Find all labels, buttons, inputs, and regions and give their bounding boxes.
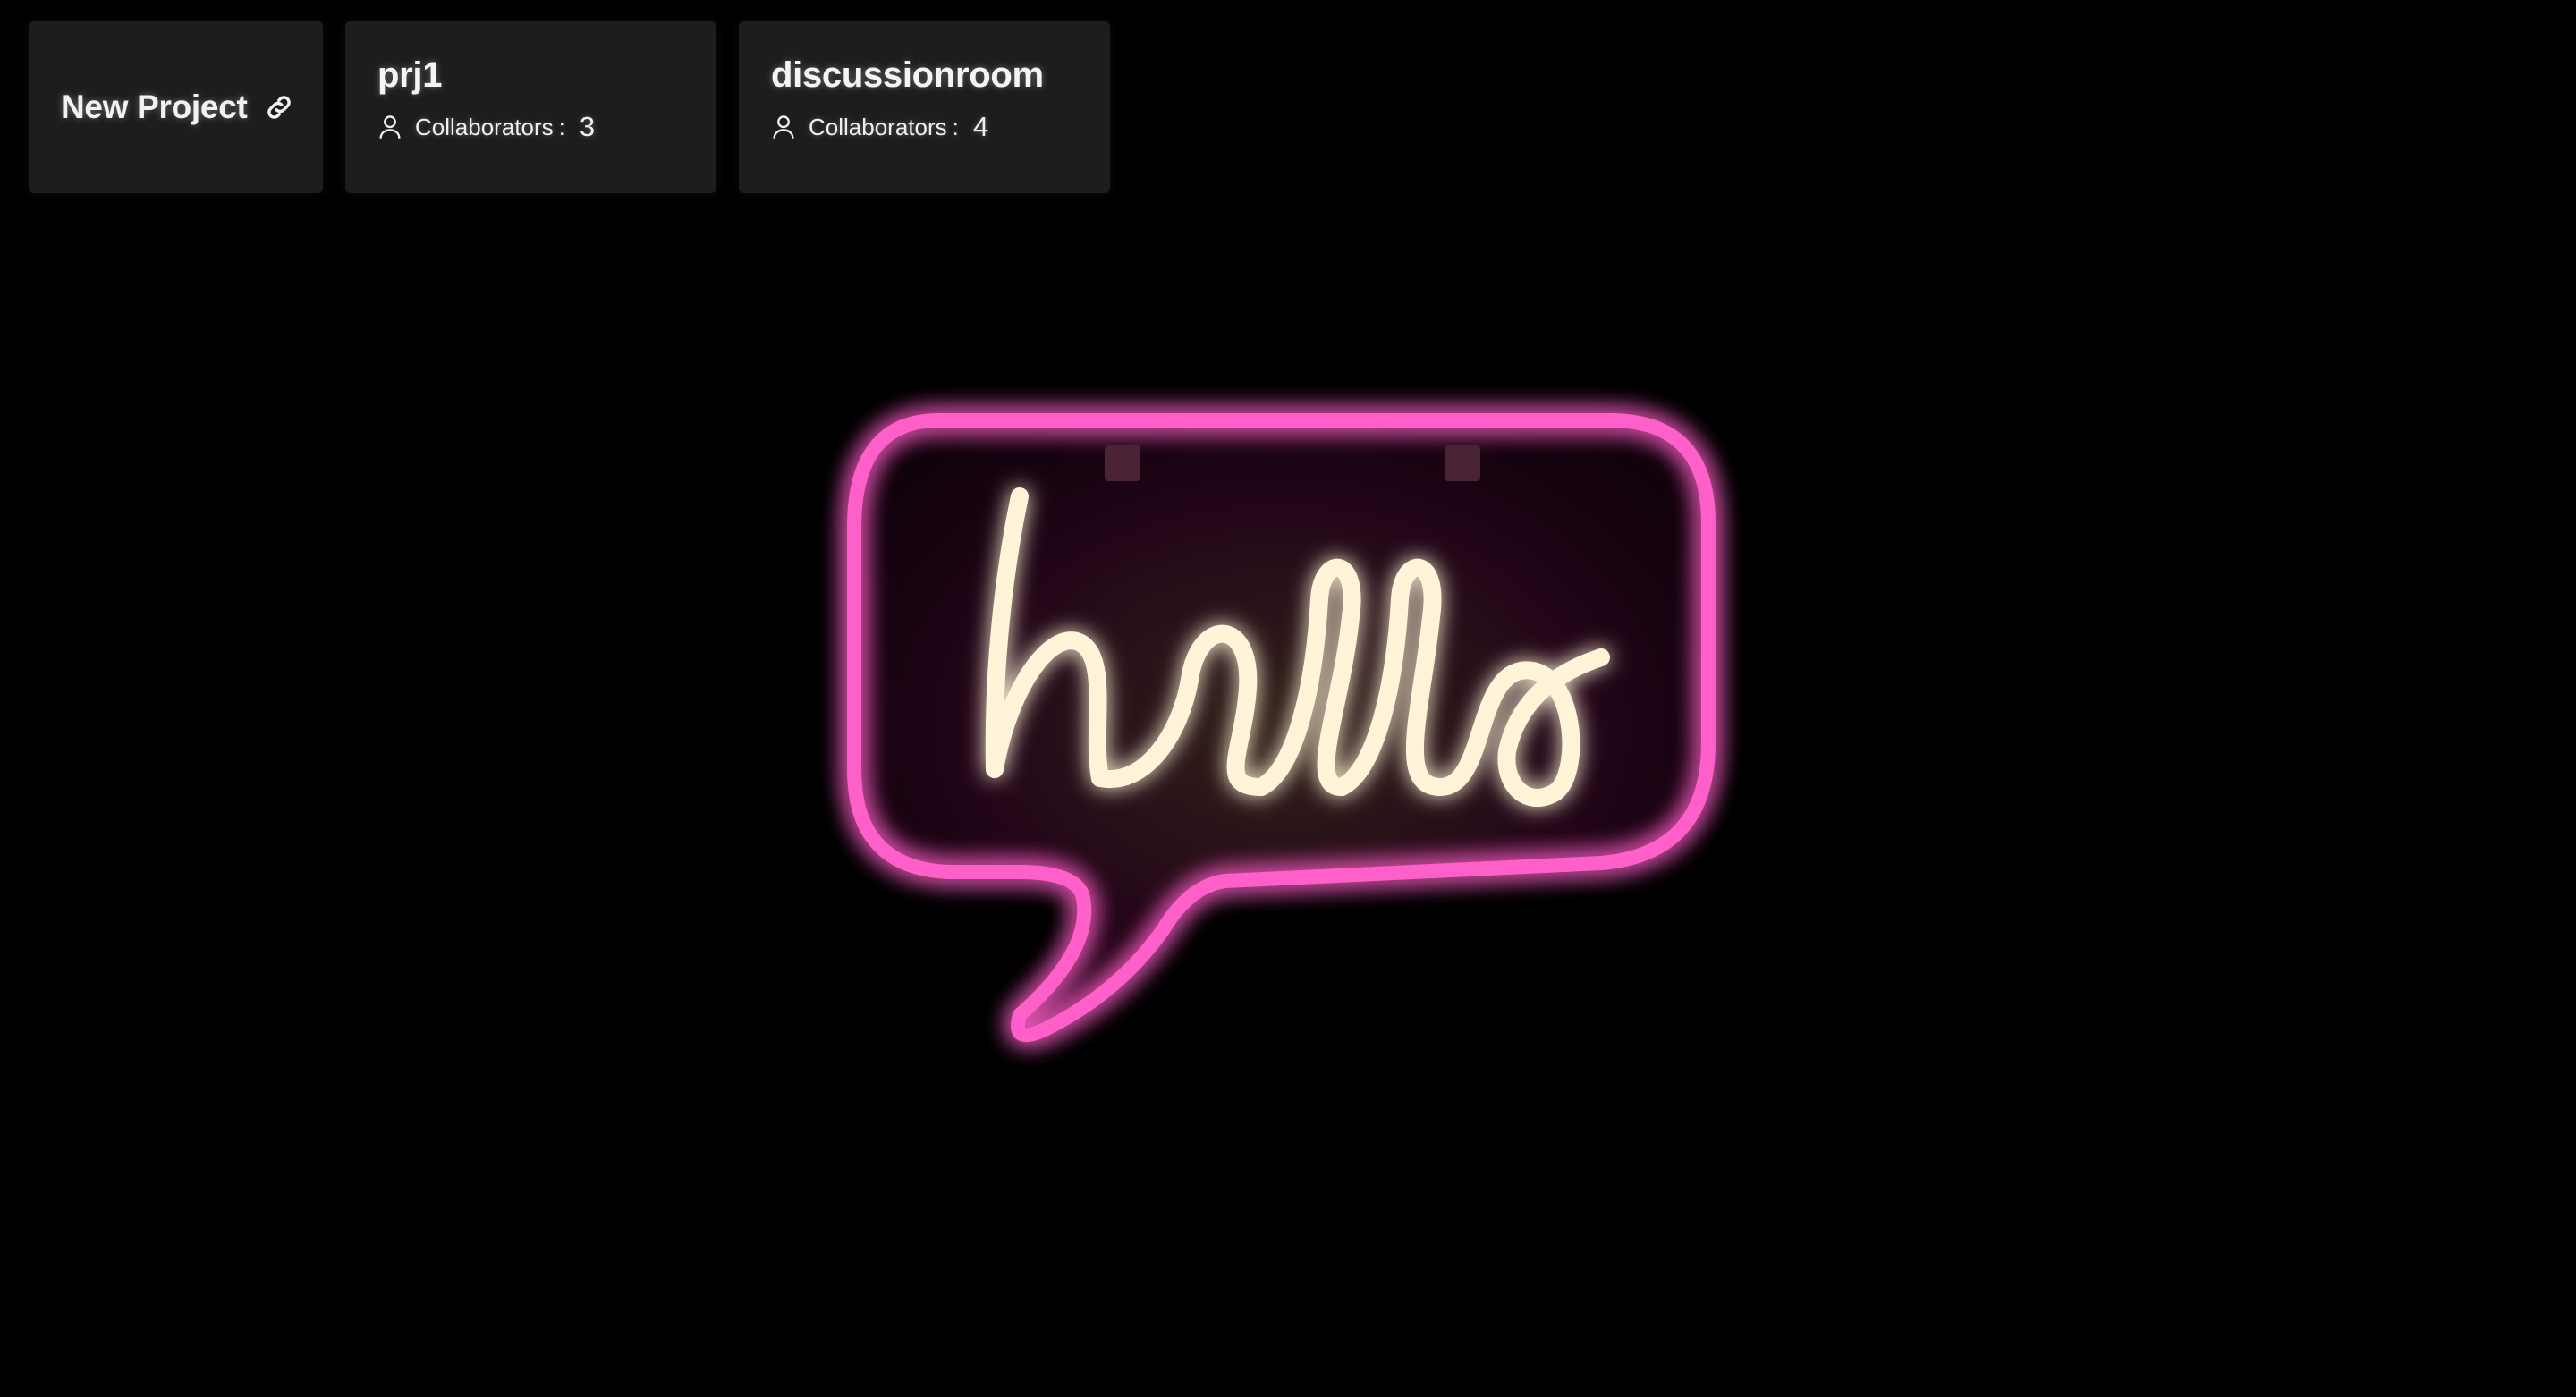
collaborators-count: 4 — [972, 111, 989, 142]
link-icon — [264, 92, 294, 123]
project-card-discussionroom[interactable]: discussionroom Collaborators : 4 — [739, 21, 1110, 193]
collaborators-label: Collaborators — [415, 113, 554, 140]
new-project-card[interactable]: New Project — [29, 21, 323, 193]
project-cards: New Project prj1 Collaborators : 3 discu… — [29, 21, 1110, 193]
project-title: prj1 — [377, 55, 443, 95]
project-title: discussionroom — [771, 55, 1044, 95]
new-project-label: New Project — [61, 89, 248, 125]
page: New Project prj1 Collaborators : 3 discu… — [0, 0, 2576, 1397]
collaborators-separator: : — [558, 113, 565, 140]
collaborators-row: Collaborators : 3 — [377, 111, 684, 143]
user-icon — [377, 114, 402, 140]
mount-clip — [1445, 445, 1480, 481]
collaborators-count: 3 — [579, 111, 596, 142]
collaborators-row: Collaborators : 4 — [771, 111, 1078, 143]
collaborators-separator: : — [952, 113, 959, 140]
project-card-prj1[interactable]: prj1 Collaborators : 3 — [345, 21, 716, 193]
collaborators-label: Collaborators — [809, 113, 947, 140]
user-icon — [771, 114, 796, 140]
mount-clip — [1105, 445, 1140, 481]
neon-hello-background — [847, 413, 1716, 1043]
speech-bubble-fill — [854, 420, 1708, 1036]
